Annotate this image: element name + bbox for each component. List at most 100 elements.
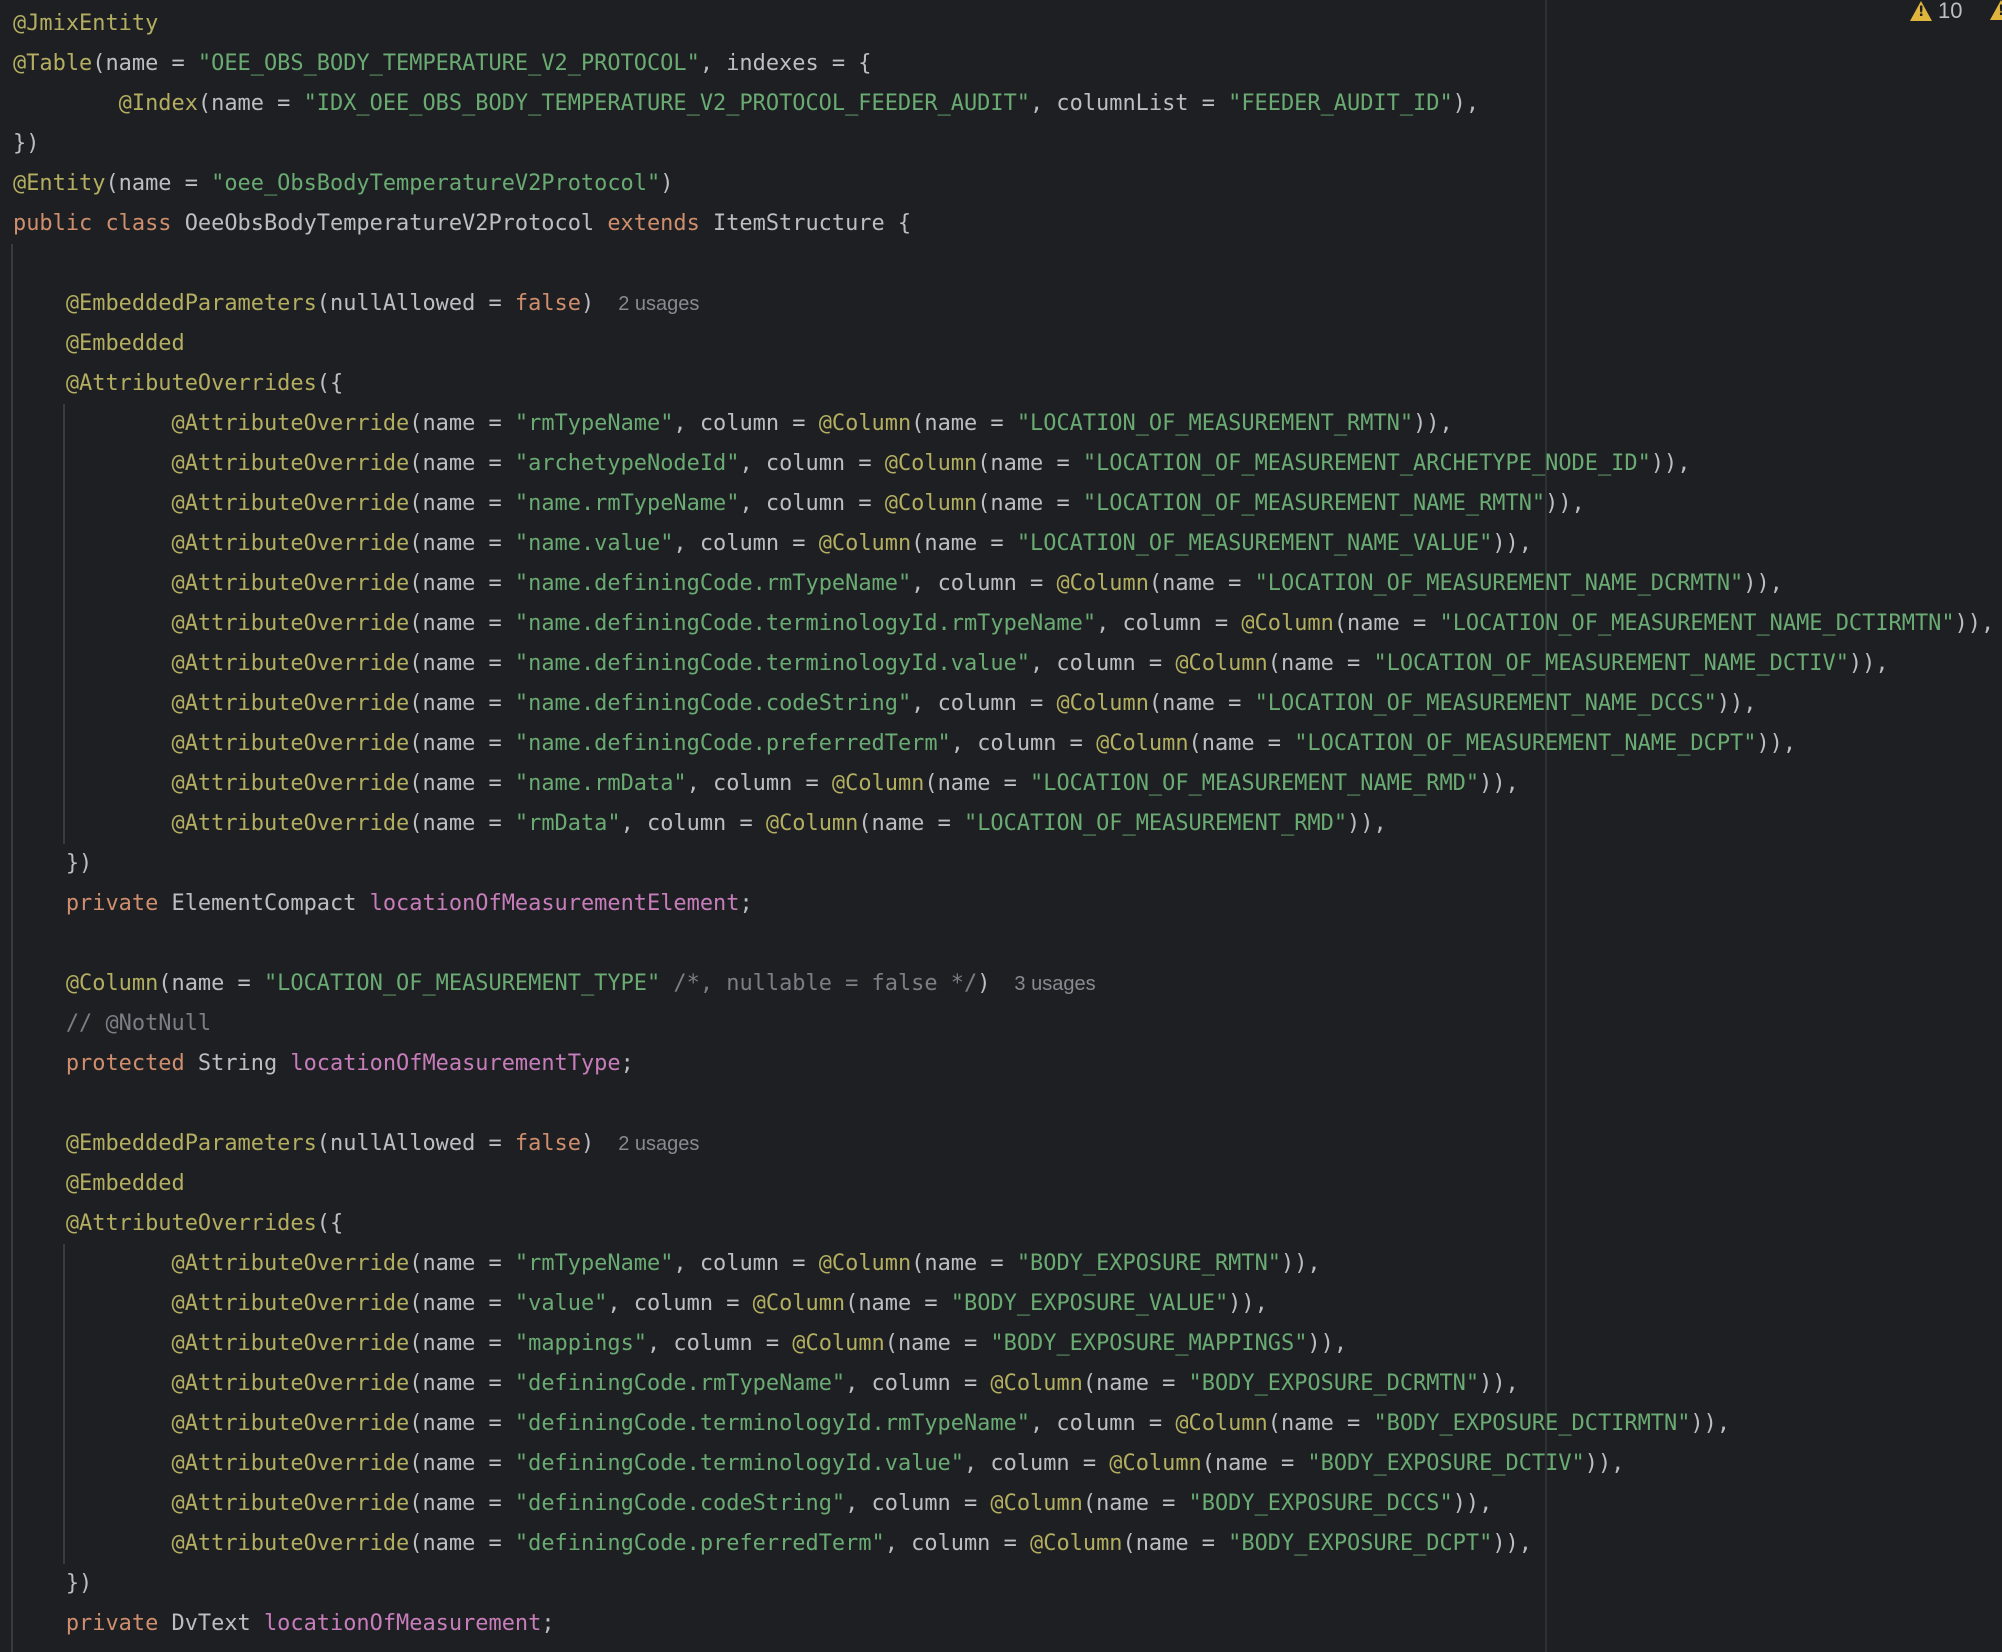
code-line[interactable]: [13, 1084, 1994, 1124]
keyword-token: extends: [607, 211, 714, 236]
annotation-token: @AttributeOverride: [171, 1331, 410, 1356]
code-line[interactable]: @AttributeOverride(name = "rmData", colu…: [13, 804, 1994, 844]
string-token: "name.definingCode.terminologyId.value": [514, 651, 1031, 676]
annotation-token: @Table: [13, 51, 93, 76]
code-line[interactable]: @AttributeOverride(name = "rmTypeName", …: [13, 1244, 1994, 1284]
code-text: (name =: [911, 531, 1017, 556]
code-line[interactable]: }): [13, 1564, 1994, 1604]
code-line[interactable]: @AttributeOverride (name = "name.rmData",…: [13, 764, 1994, 804]
code-line[interactable]: @EmbeddedParameters(nullAllowed = false)…: [13, 1124, 1994, 1164]
code-text: )),: [1307, 1331, 1348, 1356]
keyword-token: false: [514, 291, 581, 316]
code-line[interactable]: @AttributeOverride(name = "definingCode.…: [13, 1484, 1994, 1524]
code-line[interactable]: public class OeeObsBodyTemperatureV2Prot…: [13, 204, 1994, 244]
code-line[interactable]: @AttributeOverride(name = "definingCode.…: [13, 1364, 1994, 1404]
code-text: , column =: [673, 531, 819, 556]
code-line[interactable]: @EmbeddedParameters(nullAllowed = false)…: [13, 284, 1994, 324]
code-text: , column =: [1096, 611, 1242, 636]
keyword-token: public class: [13, 211, 185, 236]
code-text: ;: [541, 1611, 555, 1636]
comment-token: // @NotNull: [65, 1011, 212, 1036]
code-line[interactable]: private ElementCompact locationOfMeasure…: [13, 884, 1994, 924]
annotation-token: @Column: [1109, 1451, 1202, 1476]
annotation-token: @AttributeOverride: [171, 1491, 410, 1516]
code-line[interactable]: @AttributeOverrides({: [13, 1204, 1994, 1244]
annotation-token: @Embedded: [65, 331, 185, 356]
code-line[interactable]: [13, 244, 1994, 284]
code-line[interactable]: @AttributeOverride(name = "name.defining…: [13, 684, 1994, 724]
code-line[interactable]: @Column(name = "LOCATION_OF_MEASUREMENT_…: [13, 964, 1994, 1004]
code-line[interactable]: @AttributeOverride(name = "value", colum…: [13, 1284, 1994, 1324]
code-line[interactable]: @AttributeOverride(name = "definingCode.…: [13, 1524, 1994, 1564]
usages-hint[interactable]: 3 usages: [990, 973, 1095, 995]
string-token: "LOCATION_OF_MEASUREMENT_NAME_RMTN": [1082, 491, 1546, 516]
code-line[interactable]: @AttributeOverride(name = "name.defining…: [13, 644, 1994, 684]
code-line[interactable]: @AttributeOverride(name = "name.defining…: [13, 724, 1994, 764]
inspection-widget[interactable]: 10: [1910, 0, 1962, 23]
code-editor[interactable]: @JmixEntity @Table(name = "OEE_OBS_BODY_T…: [0, 0, 2002, 1652]
code-lines[interactable]: @JmixEntity @Table(name = "OEE_OBS_BODY_T…: [13, 4, 1994, 1644]
code-line[interactable]: @AttributeOverride(name = "name.value", …: [13, 524, 1994, 564]
string-token: "BODY_EXPOSURE_VALUE": [950, 1291, 1229, 1316]
code-text: )),: [1756, 731, 1797, 756]
code-text: (name =: [924, 771, 1031, 796]
string-token: "rmTypeName": [514, 1251, 674, 1276]
code-text: ): [580, 291, 595, 316]
code-line[interactable]: @Embedded: [13, 324, 1994, 364]
code-line[interactable]: @AttributeOverride(name = "mappings", co…: [13, 1324, 1994, 1364]
code-line[interactable]: @Embedded: [13, 1164, 1994, 1204]
code-text: (name =: [409, 651, 515, 676]
code-line[interactable]: @AttributeOverride(name = "rmTypeName", …: [13, 404, 1994, 444]
code-line[interactable]: @Table(name = "OEE_OBS_BODY_TEMPERATURE_…: [13, 44, 1994, 84]
code-line[interactable]: @AttributeOverride(name = "definingCode.…: [13, 1444, 1994, 1484]
annotation-token: @EmbeddedParameters: [65, 291, 317, 316]
code-line[interactable]: @AttributeOverride(name = "archetypeNode…: [13, 444, 1994, 484]
code-line[interactable]: // @NotNull: [13, 1004, 1994, 1044]
code-line[interactable]: }): [13, 844, 1994, 884]
code-line[interactable]: @AttributeOverride(name = "name.defining…: [13, 604, 1995, 644]
code-line[interactable]: protected String locationOfMeasurementTy…: [13, 1044, 1994, 1084]
code-text: , column =: [884, 1531, 1031, 1556]
code-line[interactable]: @Index(name = "IDX_OEE_OBS_BODY_TEMPERAT…: [13, 84, 1994, 124]
code-line[interactable]: @AttributeOverride(name = "definingCode.…: [13, 1404, 1994, 1444]
code-text: , column =: [739, 491, 885, 516]
code-line[interactable]: @AttributeOverride(name = "name.rmTypeNa…: [13, 484, 1994, 524]
string-token: "LOCATION_OF_MEASUREMENT_TYPE": [263, 971, 661, 996]
string-token: "LOCATION_OF_MEASUREMENT_NAME_DCRMTN": [1254, 571, 1744, 596]
annotation-token: @AttributeOverride: [171, 771, 410, 796]
code-line[interactable]: private DvText locationOfMeasurement;: [13, 1604, 1994, 1644]
keyword-token: false: [514, 1131, 581, 1156]
code-text: )),: [1452, 1491, 1493, 1516]
string-token: "mappings": [514, 1331, 647, 1356]
annotation-token: @Column: [831, 771, 925, 796]
code-text: (name =: [409, 1451, 515, 1476]
usages-hint[interactable]: 2 usages: [594, 1133, 699, 1155]
code-line[interactable]: [13, 924, 1994, 964]
code-text: , column =: [686, 771, 832, 796]
code-text: , column =: [911, 571, 1057, 596]
code-line[interactable]: @JmixEntity: [13, 4, 1994, 44]
code-line[interactable]: @AttributeOverrides({: [13, 364, 1994, 404]
code-text: (nullAllowed =: [316, 291, 515, 316]
code-text: , column =: [845, 1371, 991, 1396]
code-line[interactable]: @AttributeOverride(name = "name.defining…: [13, 564, 1994, 604]
annotation-token: @AttributeOverride: [171, 1531, 410, 1556]
code-text: (name =: [409, 731, 515, 756]
code-line[interactable]: }): [13, 124, 1994, 164]
annotation-token: @Column: [1175, 1411, 1268, 1436]
code-line[interactable]: @Entity(name = "oee_ObsBodyTemperatureV2…: [13, 164, 1994, 204]
string-token: "LOCATION_OF_MEASUREMENT_RMTN": [1016, 411, 1414, 436]
usages-hint[interactable]: 2 usages: [594, 293, 699, 315]
string-token: "name.rmData": [514, 771, 687, 796]
code-text: , indexes = {: [699, 51, 872, 76]
